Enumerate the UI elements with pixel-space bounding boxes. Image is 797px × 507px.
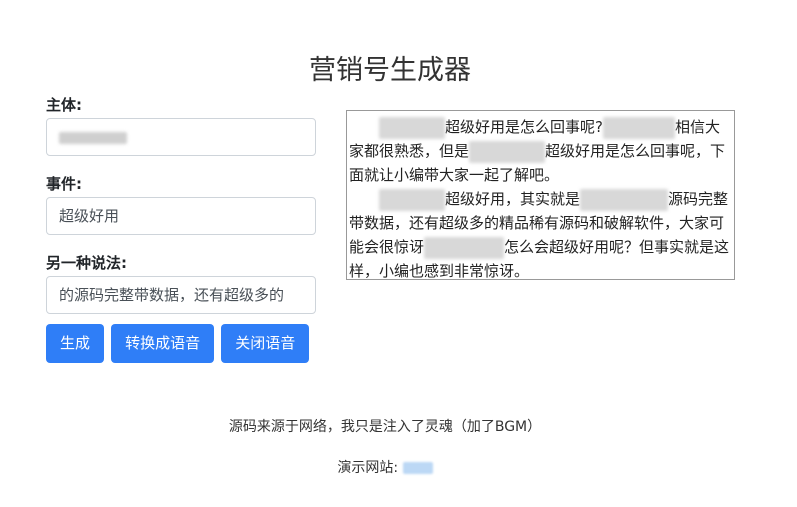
demo-site-label: 演示网站: (337, 460, 399, 476)
alt-phrase-input[interactable]: 的源码完整带数据，还有超级多的 (46, 276, 316, 314)
close-speech-button[interactable]: 关闭语音 (221, 324, 310, 363)
generated-text: 超级好用是怎么回事呢? 相信大家都很熟悉，但是 超级好用是怎么回事呢，下面就让小编带… (346, 110, 735, 280)
subject-input[interactable] (46, 118, 316, 156)
paragraph-2: 超级好用，其实就是 源码完整带数据，还有超级多的精品稀有源码和破解软件，大家可能会… (349, 187, 732, 283)
generate-button[interactable]: 生成 (46, 324, 105, 363)
source-credit: 源码来源于网络，我只是注入了灵魂（加了BGM） (228, 419, 542, 435)
paragraph-1: 超级好用是怎么回事呢? 相信大家都很熟悉，但是 超级好用是怎么回事呢，下面就让小编带… (349, 115, 732, 187)
input-form: 主体: 事件: 超级好用 另一种说法: 的源码完整带数据，还有超级多的 (46, 94, 316, 314)
redacted-subject (469, 140, 546, 163)
output-text: 超级好用，其实就是 (445, 190, 581, 208)
event-input[interactable]: 超级好用 (46, 197, 316, 235)
demo-site-link[interactable] (402, 462, 433, 474)
redacted-subject (424, 236, 505, 259)
redacted-subject (580, 188, 669, 211)
subject-label: 主体: (46, 96, 82, 114)
output-text: 超级好用是怎么回事呢? (445, 118, 603, 136)
event-label: 事件: (46, 175, 82, 193)
page-title: 营销号生成器 (309, 55, 471, 86)
demo-site: 演示网站: (0, 457, 770, 477)
to-speech-button[interactable]: 转换成语音 (111, 324, 215, 363)
alt-phrase-label: 另一种说法: (46, 254, 127, 272)
redacted-subject (602, 116, 675, 139)
redacted-subject (379, 116, 445, 139)
page: 营销号生成器 主体: 事件: 超级好用 另一种说法: 的源码完整带数据，还有超级… (0, 0, 797, 507)
button-row: 生成 转换成语音 关闭语音 (46, 324, 311, 363)
redacted-subject (59, 131, 127, 144)
redacted-subject (379, 188, 445, 211)
